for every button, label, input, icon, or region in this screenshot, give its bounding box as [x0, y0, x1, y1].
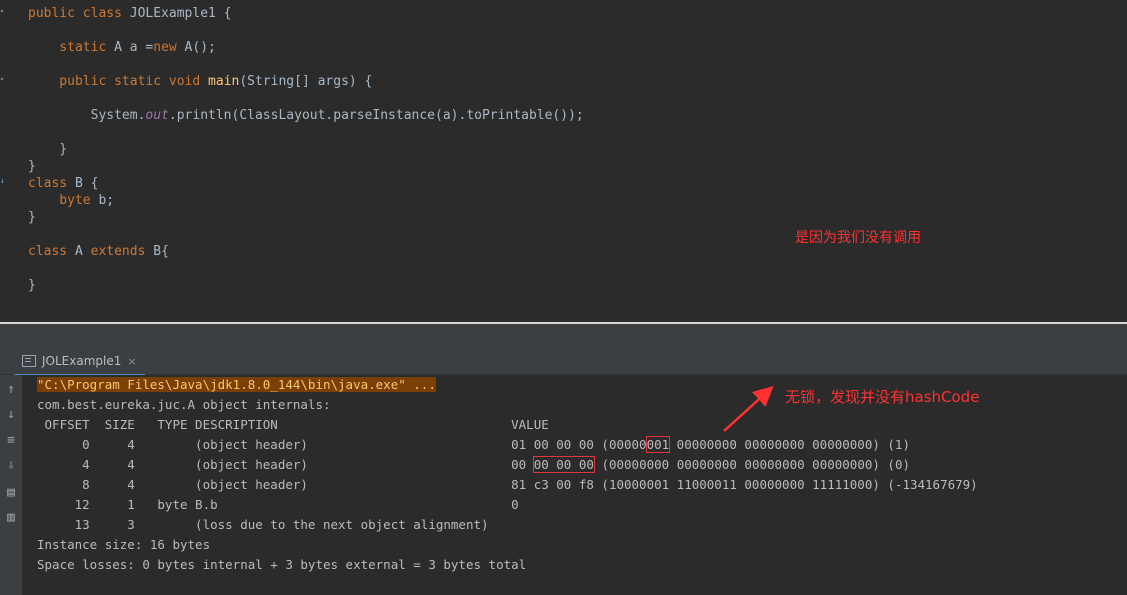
console-row: 13 3 (loss due to the next object alignm…: [37, 515, 489, 535]
code-token: A a =: [114, 40, 154, 55]
code-line[interactable]: static A a =new A();: [28, 39, 216, 56]
code-token: }: [28, 278, 36, 293]
highlighted-bits: 00 00 00: [532, 456, 595, 473]
code-token: .println(ClassLayout.: [168, 108, 334, 123]
code-token: B {: [74, 176, 99, 191]
space-losses-line: Space losses: 0 bytes internal + 3 bytes…: [37, 557, 527, 572]
code-token: }: [28, 210, 36, 225]
object-title-line: com.best.eureka.juc.A object internals:: [37, 397, 331, 412]
row-text: 12 1 byte B.b 0: [37, 497, 519, 512]
code-token: public class: [28, 6, 130, 21]
console-output[interactable]: "C:\Program Files\Java\jdk1.8.0_144\bin\…: [22, 375, 1127, 595]
code-token: out: [145, 108, 169, 123]
run-tab-bar: JOLExample1 ×: [0, 348, 1127, 376]
editor-gutter: ▸ ▸ ↓: [0, 0, 22, 322]
code-line[interactable]: byte b;: [28, 192, 114, 209]
instance-size-line: Instance size: 16 bytes: [37, 537, 211, 552]
run-tab[interactable]: JOLExample1 ×: [14, 348, 145, 376]
code-token: ());: [552, 108, 584, 123]
highlighted-bits: 001: [645, 436, 671, 453]
code-token: class: [28, 176, 75, 191]
run-side-toolbar: ↑ ↓ ≡ ⇩ ▤ ▥: [0, 375, 22, 595]
code-token: {: [215, 6, 232, 21]
table-header-line: OFFSET SIZE TYPE DESCRIPTION VALUE: [37, 417, 549, 432]
run-tab-label: JOLExample1: [42, 354, 122, 368]
console-row: 0 4 (object header) 01 00 00 00 (0000000…: [37, 435, 910, 455]
row-text-suffix: 00000000 00000000 00000000) (1): [669, 437, 910, 452]
code-token: toPrintable: [466, 108, 553, 123]
down-arrow-icon[interactable]: ↓: [3, 407, 19, 423]
code-token: A: [74, 244, 91, 259]
console-row: 4 4 (object header) 00 00 00 00 (0000000…: [37, 455, 910, 475]
scroll-to-end-icon[interactable]: ⇩: [3, 458, 19, 474]
console-annotation: 无锁，发现并没有hashCode: [785, 388, 980, 406]
code-token: public static void: [28, 74, 209, 89]
run-gutter-icon[interactable]: ▸: [0, 75, 6, 83]
console-row: 8 4 (object header) 81 c3 00 f8 (1000000…: [37, 475, 978, 495]
panel-toolstrip: [0, 324, 1127, 348]
row-text: 4 4 (object header) 00: [37, 457, 534, 472]
code-token: class: [28, 244, 75, 259]
console-icon: [22, 355, 36, 367]
code-token: extends: [90, 244, 154, 259]
code-token: static: [28, 40, 115, 55]
code-token: }: [28, 142, 68, 157]
command-text[interactable]: "C:\Program Files\Java\jdk1.8.0_144\bin\…: [37, 377, 436, 392]
code-token: JOLExample1: [129, 6, 216, 21]
code-token: main: [208, 74, 240, 89]
code-token: System.: [28, 108, 146, 123]
row-text: 8 4 (object header) 81 c3 00 f8 (1000000…: [37, 477, 978, 492]
code-token: (String[] args) {: [239, 74, 373, 89]
code-token: byte: [28, 193, 99, 208]
code-line[interactable]: public class JOLExample1 {: [28, 5, 232, 22]
code-token: A();: [184, 40, 216, 55]
code-editor[interactable]: ▸ ▸ ↓ public class JOLExample1 { static …: [0, 0, 1127, 322]
code-line[interactable]: public static void main(String[] args) {: [28, 73, 372, 90]
close-icon[interactable]: ×: [127, 355, 136, 368]
print-icon[interactable]: ▤: [3, 485, 19, 501]
soft-wrap-icon[interactable]: ≡: [3, 433, 19, 449]
code-token: b;: [98, 193, 115, 208]
implemented-gutter-icon[interactable]: ↓: [0, 177, 6, 185]
run-gutter-icon[interactable]: ▸: [0, 7, 6, 15]
code-token: B{: [153, 244, 169, 259]
code-token: }: [28, 159, 36, 174]
code-token: new: [153, 40, 185, 55]
row-text: 0 4 (object header) 01 00 00 00 (00000: [37, 437, 647, 452]
code-line[interactable]: }: [28, 277, 36, 294]
code-line[interactable]: }: [28, 158, 36, 175]
code-line[interactable]: }: [28, 141, 67, 158]
code-line[interactable]: System.out.println(ClassLayout.parseInst…: [28, 107, 584, 124]
editor-annotation: 是因为我们没有调用: [795, 230, 921, 246]
up-arrow-icon[interactable]: ↑: [3, 382, 19, 398]
code-line[interactable]: class A extends B{: [28, 243, 169, 260]
code-line[interactable]: class B {: [28, 175, 98, 192]
row-text: 13 3 (loss due to the next object alignm…: [37, 517, 489, 532]
code-token: (a).: [435, 108, 467, 123]
console-command-line: "C:\Program Files\Java\jdk1.8.0_144\bin\…: [37, 375, 436, 395]
code-line[interactable]: }: [28, 209, 36, 226]
row-text-suffix: (00000000 00000000 00000000 00000000) (0…: [593, 457, 910, 472]
code-token: parseInstance: [333, 108, 436, 123]
console-row: 12 1 byte B.b 0: [37, 495, 519, 515]
annotation-arrow: [723, 385, 774, 432]
trash-icon[interactable]: ▥: [3, 510, 19, 526]
